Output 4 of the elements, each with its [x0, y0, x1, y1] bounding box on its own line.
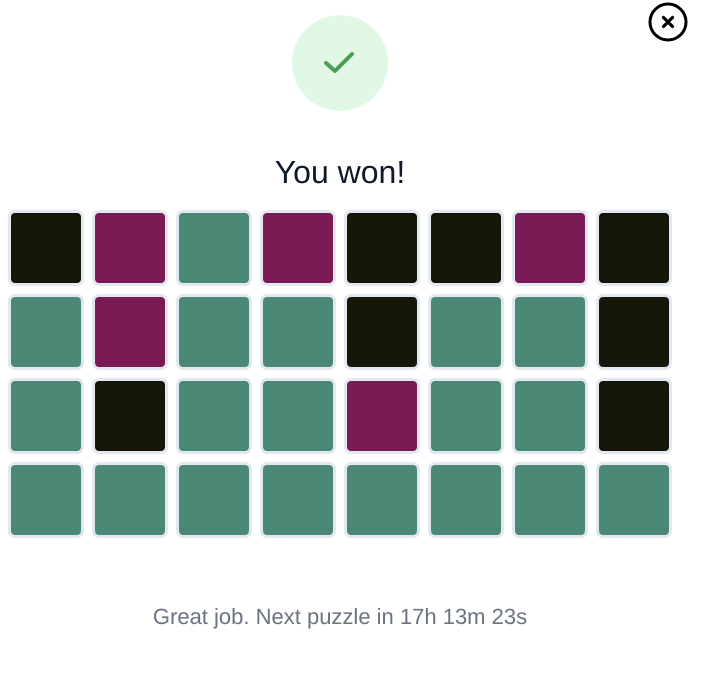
next-puzzle-message: Great job. Next puzzle in 17h 13m 23s — [152, 603, 528, 631]
close-button[interactable] — [648, 2, 688, 42]
result-title: You won! — [274, 153, 406, 192]
close-icon — [648, 2, 688, 42]
